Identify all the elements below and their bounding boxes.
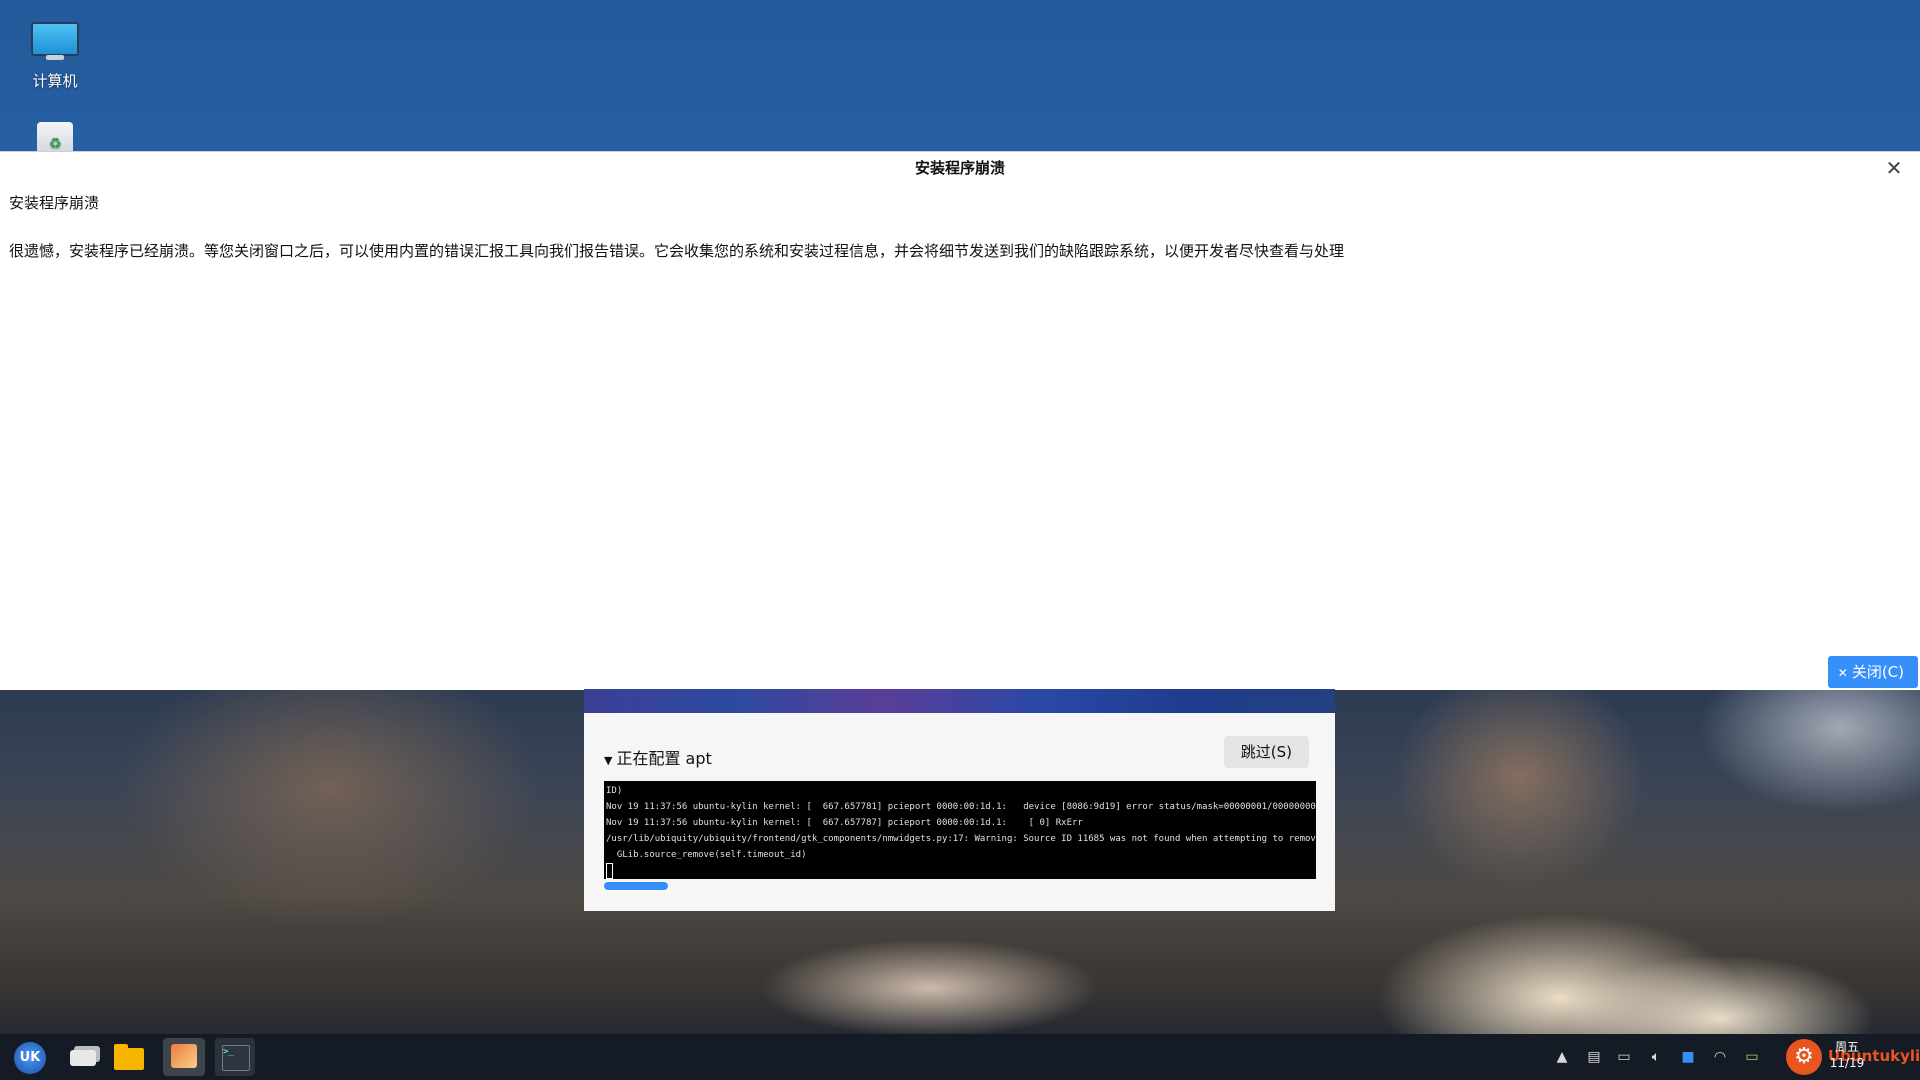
close-button-label: 关闭(C) — [1851, 663, 1904, 681]
input-method-icon[interactable]: ■ — [1678, 1047, 1698, 1067]
computer-icon — [31, 22, 79, 60]
installer-window: ▼ 正在配置 apt 跳过(S) ID) Nov 19 11:37:56 ubun… — [584, 689, 1335, 911]
notification-icon[interactable]: ▭ — [1614, 1047, 1634, 1067]
desktop-background-top — [0, 0, 1920, 152]
triangle-down-icon: ▼ — [604, 754, 613, 767]
clock-day: 周五 — [1834, 1040, 1859, 1054]
battery-icon[interactable]: ▭ — [1742, 1047, 1762, 1067]
terminal-line: ID) — [606, 786, 623, 796]
multitask-view-icon[interactable] — [66, 1040, 100, 1074]
ubuntukylin-logo-icon: ⚙ — [1786, 1039, 1822, 1075]
desktop-icon-label: 计算机 — [32, 72, 78, 90]
dialog-title: 安装程序崩溃 — [914, 159, 1005, 177]
clock[interactable]: 周五 11/19 — [1822, 1039, 1872, 1071]
taskbar: UK >_ ▲ ▤ ▭ 🔈︎ ■ ◠ ▭ ⚙ Ubuntukylin 周五 11… — [0, 1034, 1920, 1080]
dialog-message: 很遗憾，安装程序已经崩溃。等您关闭窗口之后，可以使用内置的错误汇报工具向我们报告… — [9, 242, 1345, 260]
dialog-heading: 安装程序崩溃 — [9, 194, 100, 212]
terminal-line: /usr/lib/ubiquity/ubiquity/frontend/gtk_… — [606, 834, 1316, 844]
terminal-cursor — [606, 863, 613, 879]
printer-icon[interactable]: ▤ — [1584, 1047, 1604, 1067]
terminal-line: Nov 19 11:37:56 ubuntu-kylin kernel: [ 6… — [606, 802, 1316, 812]
progress-fill — [604, 882, 669, 890]
skip-button[interactable]: 跳过(S) — [1223, 736, 1309, 768]
clock-date: 11/19 — [1829, 1056, 1865, 1070]
tray-expand-icon[interactable]: ▲ — [1552, 1047, 1572, 1067]
progress-expander[interactable]: ▼ 正在配置 apt — [604, 745, 712, 769]
desktop-icon-computer[interactable]: 计算机 — [5, 22, 105, 91]
installer-task-icon[interactable] — [163, 1038, 205, 1076]
crash-dialog: 安装程序崩溃 ✕ 安装程序崩溃 很遗憾，安装程序已经崩溃。等您关闭窗口之后，可以… — [0, 151, 1920, 690]
terminal-cursor-line — [606, 863, 1314, 879]
terminal-line: Nov 19 11:37:56 ubuntu-kylin kernel: [ 6… — [606, 818, 1083, 828]
terminal-line: GLib.source_remove(self.timeout_id) — [606, 850, 807, 860]
wifi-icon[interactable]: ◠ — [1710, 1047, 1730, 1067]
close-button[interactable]: ✕ 关闭(C) — [1827, 656, 1918, 688]
file-manager-icon[interactable] — [112, 1040, 146, 1074]
installer-banner — [584, 689, 1335, 713]
terminal-task-icon[interactable]: >_ — [215, 1038, 255, 1076]
start-menu-button[interactable]: UK — [14, 1042, 46, 1074]
progress-label: 正在配置 apt — [616, 749, 712, 768]
close-icon[interactable]: ✕ — [1882, 156, 1906, 180]
install-progress-bar — [604, 882, 1316, 890]
terminal-output: ID) Nov 19 11:37:56 ubuntu-kylin kernel:… — [604, 781, 1316, 879]
close-small-icon: ✕ — [1837, 666, 1848, 680]
volume-icon[interactable]: 🔈︎ — [1646, 1047, 1666, 1067]
